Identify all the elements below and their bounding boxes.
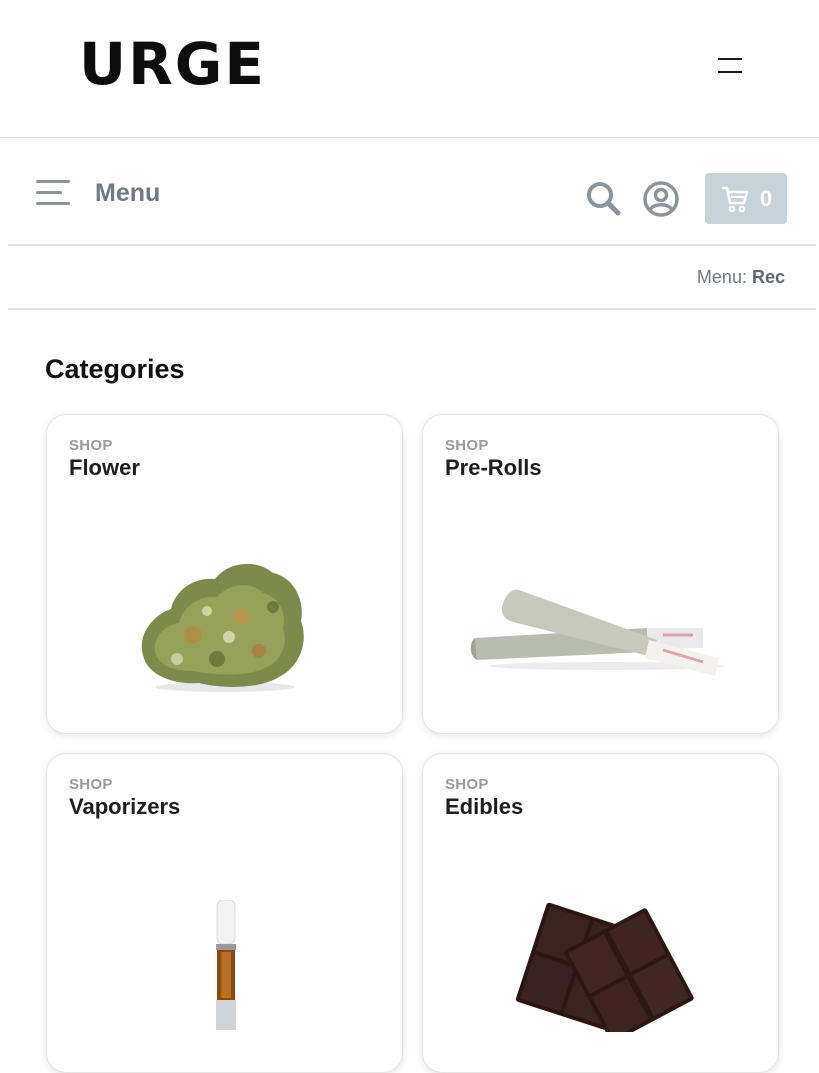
cart-button[interactable]: 0 [705, 173, 787, 224]
chocolate-image [515, 902, 694, 1032]
hamburger-line [718, 58, 742, 60]
top-header: URGE [0, 0, 819, 138]
cart-count: 0 [759, 185, 773, 211]
pre-roll-image [470, 589, 725, 676]
card-kicker: SHOP [445, 437, 489, 454]
cart-icon [721, 186, 749, 212]
menu-label: Menu [95, 179, 161, 207]
menu-type-bar: Menu: Rec [8, 248, 816, 310]
card-title: Pre-Rolls [445, 455, 542, 480]
categories-title: Categories [45, 354, 185, 384]
hamburger-line [718, 71, 742, 73]
user-icon[interactable] [641, 179, 681, 219]
card-title: Flower [69, 455, 140, 480]
menu-toggle-button[interactable]: Menu [36, 179, 160, 208]
category-card-edibles[interactable]: SHOP Edibles [422, 753, 779, 1073]
category-card-pre-rolls[interactable]: SHOP Pre-Rolls [422, 414, 779, 734]
menu-icon [36, 179, 72, 208]
menu-type-value: Rec [751, 267, 785, 287]
card-kicker: SHOP [69, 437, 113, 454]
shop-navbar: Menu 0 [8, 139, 816, 246]
category-card-flower[interactable]: SHOP Flower [46, 414, 403, 734]
card-kicker: SHOP [445, 776, 489, 793]
flower-bud-image [141, 563, 304, 692]
category-card-vaporizers[interactable]: SHOP Vaporizers [46, 753, 403, 1073]
card-title: Vaporizers [69, 794, 181, 819]
card-kicker: SHOP [69, 776, 113, 793]
menu-type-selector[interactable]: Menu: Rec [697, 267, 785, 288]
brand-logo[interactable]: URGE [79, 32, 266, 96]
hamburger-icon[interactable] [710, 52, 750, 82]
card-title: Edibles [445, 794, 524, 819]
menu-type-label: Menu: [696, 267, 747, 287]
search-icon[interactable] [584, 179, 624, 219]
vape-cartridge-image [216, 900, 236, 1030]
